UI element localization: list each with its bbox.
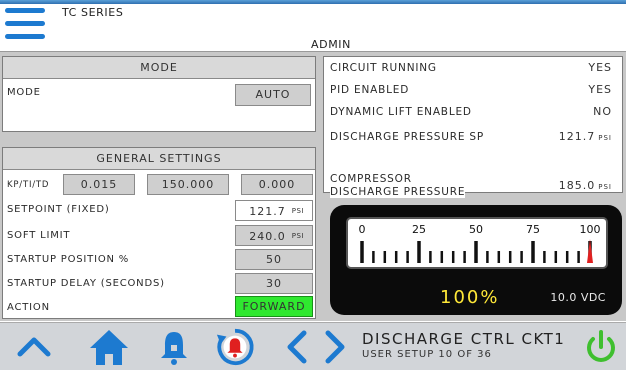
td-field[interactable]: 0.000: [241, 174, 313, 195]
dynamic-lift-label: DYNAMIC LIFT ENABLED: [330, 106, 472, 118]
pid-enabled-label: PID ENABLED: [330, 84, 410, 96]
output-gauge: 0 25 50 75 100 100% 10.0 VDC: [330, 205, 622, 315]
screen-title: DISCHARGE CTRL CKT1: [362, 330, 566, 348]
compressor-label-line1: COMPRESSOR: [330, 173, 412, 185]
discharge-sp-label: DISCHARGE PRESSURE SP: [330, 131, 485, 143]
soft-limit-label: SOFT LIMIT: [7, 230, 71, 241]
menu-bar: [5, 21, 45, 26]
menu-bar: [5, 8, 45, 13]
status-panel: CIRCUIT RUNNING YES PID ENABLED YES DYNA…: [323, 56, 623, 198]
home-icon[interactable]: [88, 327, 130, 367]
compressor-readout: 185.0 PSI: [559, 179, 612, 192]
gauge-percent-readout: 100%: [440, 287, 500, 308]
gauge-needle: [587, 239, 593, 263]
gauge-tick-label: 75: [526, 223, 540, 236]
mode-panel: MODE MODE AUTO: [2, 56, 316, 132]
discharge-sp-readout: 121.7 PSI: [559, 130, 612, 143]
startup-delay-field[interactable]: 30: [235, 273, 313, 294]
mode-select[interactable]: AUTO: [235, 84, 311, 106]
discharge-sp-value: 121.7: [558, 130, 596, 143]
startup-delay-label: STARTUP DELAY (SECONDS): [7, 278, 165, 289]
circuit-running-label: CIRCUIT RUNNING: [330, 62, 437, 74]
top-accent-line: [0, 0, 626, 4]
mode-label: MODE: [7, 87, 41, 98]
mode-panel-title: MODE: [3, 57, 315, 79]
gauge-tick-label: 0: [359, 223, 366, 236]
soft-limit-field[interactable]: 240.0 PSI: [235, 225, 313, 246]
general-settings-title: GENERAL SETTINGS: [3, 148, 315, 170]
kp-field[interactable]: 0.015: [63, 174, 135, 195]
soft-limit-value: 240.0: [249, 230, 286, 243]
startup-position-label: STARTUP POSITION %: [7, 254, 130, 265]
pid-label: KP/TI/TD: [7, 180, 50, 190]
dynamic-lift-value: NO: [593, 105, 612, 118]
alarm-reset-icon[interactable]: [214, 327, 256, 367]
chevron-up-icon[interactable]: [14, 327, 54, 367]
screen-subtitle: USER SETUP 10 OF 36: [362, 349, 492, 360]
product-series-label: TC SERIES: [62, 6, 124, 19]
general-settings-panel: GENERAL SETTINGS KP/TI/TD 0.015 150.000 …: [2, 147, 316, 319]
setpoint-unit: PSI: [291, 207, 304, 215]
gauge-tick-label: 25: [412, 223, 426, 236]
soft-limit-unit: PSI: [291, 232, 304, 240]
menu-icon[interactable]: [5, 8, 49, 42]
gauge-tick-label: 50: [469, 223, 483, 236]
bell-icon[interactable]: [154, 327, 194, 367]
action-button[interactable]: FORWARD: [235, 296, 313, 317]
action-label: ACTION: [7, 302, 50, 313]
power-icon[interactable]: [582, 327, 620, 367]
current-user-label: ADMIN: [311, 38, 351, 51]
compressor-unit: PSI: [598, 183, 612, 191]
gauge-scale: 0 25 50 75 100: [359, 223, 601, 263]
setpoint-field[interactable]: 121.7 PSI: [235, 200, 313, 221]
compressor-label-line2: DISCHARGE PRESSURE: [330, 186, 466, 198]
setpoint-value: 121.7: [249, 205, 286, 218]
compressor-value: 185.0: [558, 179, 596, 192]
gauge-face: 0 25 50 75 100: [346, 217, 608, 269]
pid-enabled-value: YES: [588, 83, 612, 96]
gauge-voltage-readout: 10.0 VDC: [550, 291, 606, 304]
gauge-tick-label: 100: [580, 223, 601, 236]
chevron-left-icon[interactable]: [282, 327, 312, 367]
circuit-running-value: YES: [588, 61, 612, 74]
startup-position-field[interactable]: 50: [235, 249, 313, 270]
chevron-right-icon[interactable]: [320, 327, 350, 367]
setpoint-label: SETPOINT (FIXED): [7, 204, 110, 215]
discharge-sp-unit: PSI: [598, 134, 612, 142]
ti-field[interactable]: 150.000: [147, 174, 229, 195]
